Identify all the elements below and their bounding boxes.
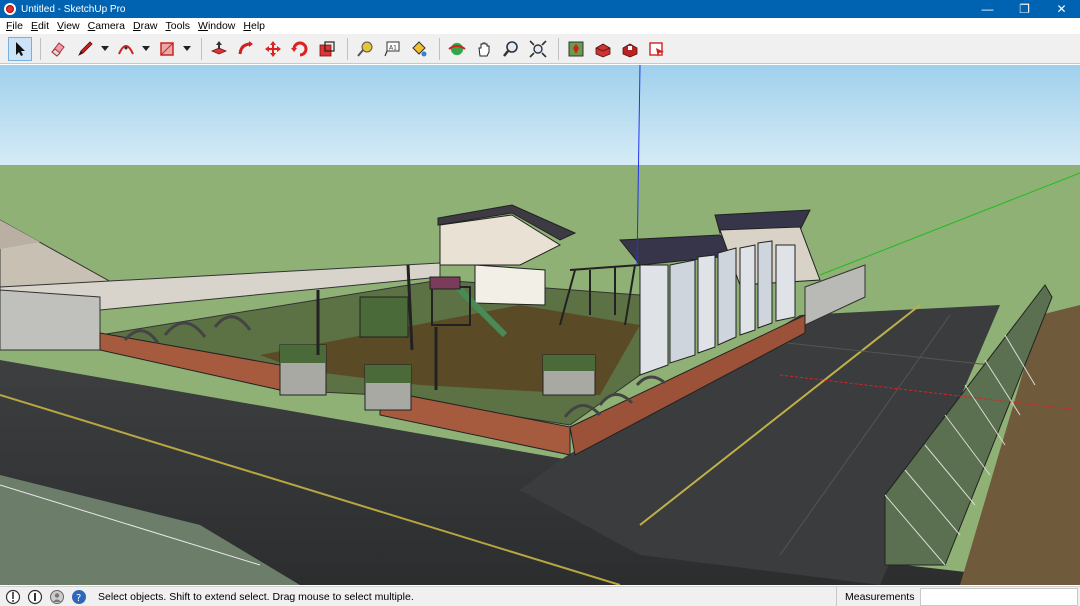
geo-location-button[interactable] [4,588,22,606]
zoom-icon [503,40,518,57]
chevron-down-icon [183,46,191,51]
tape-measure-icon [357,41,373,57]
line-tool-button[interactable] [73,37,97,61]
zoom-extents-tool-button[interactable] [526,37,550,61]
rotate-tool-button[interactable] [288,37,312,61]
select-icon [16,41,25,56]
toolbar-separator [439,37,440,60]
add-location-tool-button[interactable] [564,37,588,61]
push-pull-icon [210,40,228,54]
measurements-label: Measurements [836,586,920,606]
rectangle-icon [160,41,174,56]
planter-top [365,365,411,383]
orbit-icon [448,42,466,55]
rectangle-tool-button[interactable] [155,37,179,61]
panel [697,254,716,354]
panel [639,264,669,376]
status-message: Select objects. Shift to extend select. … [98,590,414,603]
push-pull-tool-button[interactable] [207,37,231,61]
minimize-button[interactable]: — [969,0,1006,18]
eraser-tool-button[interactable] [46,37,70,61]
menu-camera[interactable]: Camera [84,20,129,32]
window-title: Untitled - SketchUp Pro [21,3,126,15]
close-button[interactable]: ✕ [1043,0,1080,18]
extension-warehouse-icon [622,43,638,57]
sky [0,65,1080,165]
layout-send-icon [649,41,664,57]
paint-bucket-icon [412,40,427,56]
text-icon: A1 [384,41,400,56]
credits-icon [27,589,43,604]
arc-tool-button[interactable] [114,37,138,61]
planter [359,296,409,338]
panel [717,247,737,346]
help-button[interactable]: ? [70,588,88,606]
scale-tool-button[interactable] [315,37,339,61]
menu-edit[interactable]: Edit [27,20,53,32]
menu-view[interactable]: View [53,20,84,32]
geo-location-icon [5,589,21,604]
panel [775,244,796,322]
menu-file[interactable]: File [2,20,27,32]
restore-button[interactable]: ❐ [1006,0,1043,18]
layout-send-tool-button[interactable] [645,37,669,61]
follow-me-icon [238,40,253,54]
text-tool-button[interactable]: A1 [380,37,404,61]
move-icon [265,40,281,57]
toolbar-separator [40,37,41,60]
pan-icon [478,42,490,56]
shed [474,264,546,306]
user-icon [50,589,64,604]
add-location-icon [568,41,584,56]
menu-draw[interactable]: Draw [129,20,162,32]
arc-tool-dropdown[interactable] [141,37,151,61]
extension-warehouse-tool-button[interactable] [618,37,642,61]
toolbar-separator [558,37,559,60]
menu-help[interactable]: Help [239,20,269,32]
move-tool-button[interactable] [261,37,285,61]
svg-text:A1: A1 [389,44,397,51]
title-bar[interactable]: Untitled - SketchUp Pro — ❐ ✕ [0,0,1080,18]
help-icon: ? [72,589,86,604]
measurements-input[interactable] [920,587,1078,606]
pan-tool-button[interactable] [472,37,496,61]
select-tool-button[interactable] [8,36,32,61]
rotate-icon [291,41,308,56]
zoom-tool-button[interactable] [499,37,523,61]
user-button[interactable] [48,588,66,606]
toolbar-separator [201,37,202,60]
menu-tools[interactable]: Tools [162,20,195,32]
arc-icon [118,44,134,54]
menu-window[interactable]: Window [194,20,239,32]
3d-warehouse-icon [595,43,611,57]
planter-top [543,355,595,371]
line-tool-dropdown[interactable] [100,37,110,61]
pencil-line-icon [78,40,93,56]
credits-button[interactable] [26,588,44,606]
chevron-down-icon [101,46,109,51]
3d-warehouse-tool-button[interactable] [591,37,615,61]
scale-icon [319,40,335,56]
paint-bucket-tool-button[interactable] [407,37,431,61]
3d-scene [0,65,1080,585]
left-wall [0,289,101,351]
play-roof [429,276,461,290]
chevron-down-icon [142,46,150,51]
zoom-extents-icon [529,39,547,58]
panel [739,244,756,336]
main-toolbar: A1 [0,34,1080,64]
tape-measure-tool-button[interactable] [353,37,377,61]
panel [669,259,696,364]
rectangle-tool-dropdown[interactable] [182,37,192,61]
sketchup-logo-icon [4,3,16,15]
toolbar-separator [347,37,348,60]
follow-me-tool-button[interactable] [234,37,258,61]
model-viewport[interactable] [0,65,1080,585]
eraser-icon [51,41,65,57]
svg-text:?: ? [76,593,81,604]
menu-bar: File Edit View Camera Draw Tools Window … [0,18,1080,34]
status-bar: ? Select objects. Shift to extend select… [0,586,1080,606]
orbit-tool-button[interactable] [445,37,469,61]
panel [757,240,773,329]
